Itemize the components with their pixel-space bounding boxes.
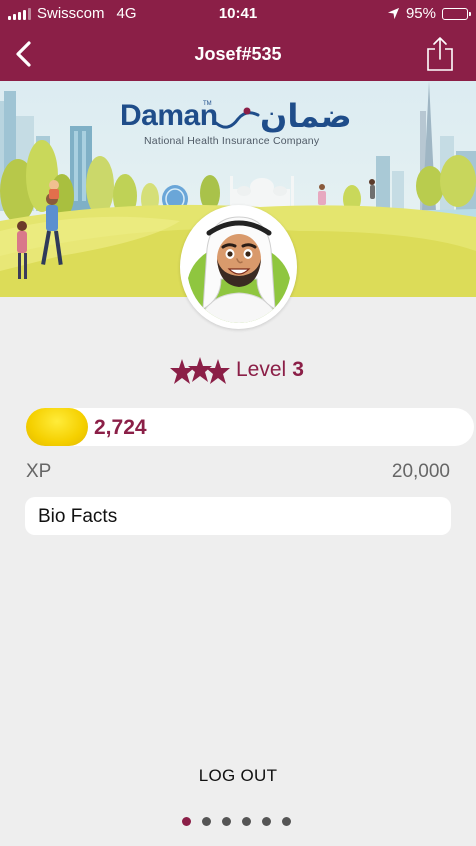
logo-swoosh-icon <box>214 107 260 129</box>
page-dot[interactable] <box>262 817 271 826</box>
xp-max-value: 20,000 <box>391 461 450 482</box>
page-indicator <box>182 817 291 826</box>
share-button[interactable] <box>422 34 458 74</box>
page-dot[interactable] <box>202 817 211 826</box>
share-icon <box>427 37 453 71</box>
xp-progress-fill <box>26 408 88 446</box>
nav-header: Josef#535 <box>0 28 476 81</box>
page-dot[interactable] <box>222 817 231 826</box>
page-title: Josef#535 <box>194 44 282 64</box>
page-dot[interactable] <box>242 817 251 826</box>
page-dot[interactable] <box>182 817 191 826</box>
avatar[interactable] <box>180 205 297 329</box>
daman-logo: Daman TM ضمان National Health Insurance … <box>118 97 368 159</box>
level-label: Level <box>236 358 287 381</box>
brand-trademark: TM <box>203 101 212 107</box>
level-stars-icon <box>170 357 230 384</box>
battery-percent: 95% <box>405 5 436 22</box>
status-bar: Swisscom 4G 10:41 95% <box>0 0 476 28</box>
logout-button[interactable]: LOG OUT <box>0 766 476 786</box>
bio-facts-button[interactable]: Bio Facts <box>25 497 451 535</box>
bio-facts-label: Bio Facts <box>38 506 118 527</box>
level-indicator: Level 3 <box>170 350 304 390</box>
xp-label: XP <box>26 461 52 482</box>
page-dot[interactable] <box>282 817 291 826</box>
avatar-character-illustration <box>186 211 291 323</box>
level-number: 3 <box>292 358 304 381</box>
xp-current-value: 2,724 <box>94 416 147 439</box>
battery-icon <box>442 7 471 20</box>
brand-tagline: National Health Insurance Company <box>144 135 320 147</box>
location-arrow-icon <box>387 7 400 20</box>
brand-name-ar: ضمان <box>260 97 352 135</box>
